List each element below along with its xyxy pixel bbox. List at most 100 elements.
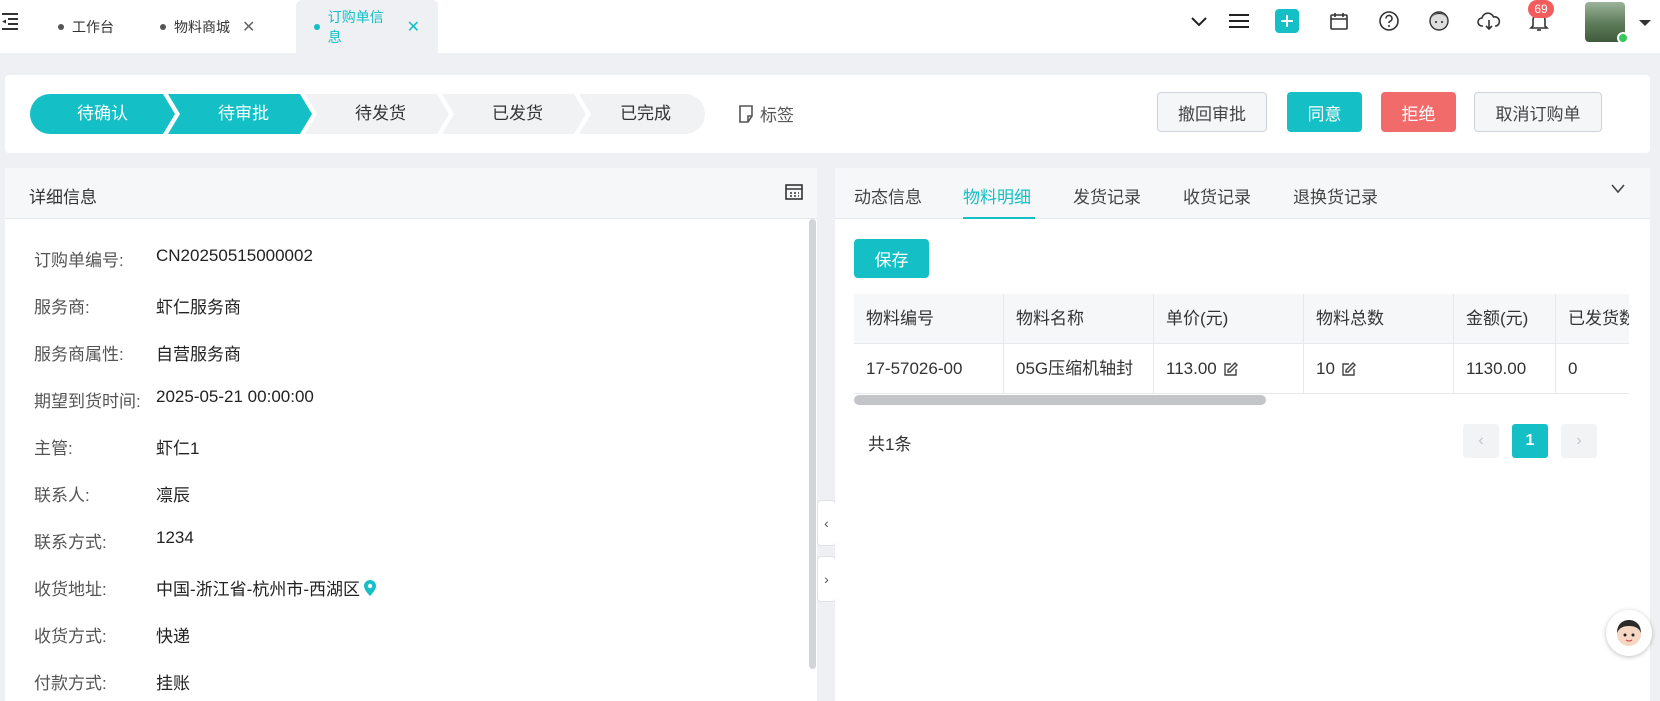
tag-icon: [739, 104, 753, 123]
total-count: 共1条: [868, 435, 912, 454]
chevron-left-icon: ‹: [824, 515, 829, 531]
tab-material-details[interactable]: 物料明细: [963, 183, 1031, 208]
order-status-card: 待确认 待审批 待发货 已发货 已完成 标签 撤回审批 同意 拒绝 取消订购单: [5, 75, 1650, 153]
unit-price-cell: 113.00: [1154, 344, 1304, 394]
tab-dot-icon: [58, 23, 64, 30]
quantity-value: 10: [1316, 359, 1335, 378]
edit-icon[interactable]: [1223, 361, 1239, 377]
edit-icon[interactable]: [1341, 361, 1357, 377]
tab-shipping-records[interactable]: 发货记录: [1073, 183, 1141, 208]
tab-return-exchange-records[interactable]: 退换货记录: [1293, 183, 1378, 208]
materials-panel: 动态信息 物料明细 发货记录 收货记录 退换货记录 保存 物料编号 物料名称 单…: [835, 168, 1650, 701]
avatar[interactable]: [1585, 2, 1629, 44]
cancel-order-button[interactable]: 取消订购单: [1474, 92, 1602, 132]
field-label: 期望到货时间:: [34, 392, 141, 411]
close-icon[interactable]: ✕: [242, 17, 255, 37]
material-name-cell: 05G压缩机轴封: [1004, 344, 1154, 394]
menu-collapse-icon[interactable]: [0, 10, 22, 32]
service-provider-link[interactable]: 虾仁服务商: [156, 293, 241, 318]
expand-right-button[interactable]: ›: [817, 556, 836, 602]
table-header: 物料编号 物料名称 单价(元) 物料总数 金额(元) 已发货数: [854, 294, 1629, 344]
reject-button[interactable]: 拒绝: [1381, 92, 1456, 132]
material-code-link[interactable]: 17-57026-00: [854, 344, 1004, 394]
field-label: 收货地址:: [34, 580, 107, 599]
withdraw-approval-button[interactable]: 撤回审批: [1157, 92, 1267, 132]
collapse-left-button[interactable]: ‹: [817, 500, 836, 546]
tag-link[interactable]: 标签: [738, 101, 794, 126]
field-value: 2025-05-21 00:00:00: [156, 387, 314, 406]
list-menu-icon[interactable]: [1226, 8, 1252, 34]
detail-panel: 详细信息 订购单编号: CN20250515000002 服务商: 虾仁服务商 …: [5, 168, 817, 701]
step-to-confirm: 待确认: [77, 104, 128, 123]
tab-activity[interactable]: 动态信息: [854, 183, 922, 208]
location-icon[interactable]: [363, 579, 377, 597]
approve-button[interactable]: 同意: [1287, 92, 1362, 132]
tag-label: 标签: [760, 106, 794, 125]
vertical-scrollbar[interactable]: [809, 219, 816, 669]
field-value: 虾仁1: [156, 439, 200, 458]
help-icon[interactable]: [1376, 8, 1402, 34]
chevron-down-icon[interactable]: [1186, 8, 1212, 34]
tab-dot-icon: [314, 23, 320, 30]
tab-label: 工作台: [72, 18, 114, 35]
field-value: 挂账: [156, 674, 190, 693]
table-row: 17-57026-00 05G压缩机轴封 113.00 10 1130.00 0: [854, 344, 1629, 394]
add-icon[interactable]: [1274, 8, 1300, 34]
field-value: CN20250515000002: [156, 246, 313, 265]
cloud-download-icon[interactable]: [1476, 8, 1502, 34]
notification-badge: 69: [1528, 0, 1554, 18]
caret-down-icon[interactable]: [1632, 10, 1658, 36]
column-header: 物料总数: [1304, 294, 1454, 344]
status-steps: 待确认 待审批 待发货 已发货 已完成: [30, 94, 705, 134]
field-value: 快递: [156, 627, 190, 646]
address-value: 中国-浙江省-杭州市-西湖区: [156, 580, 360, 599]
next-page-button[interactable]: ›: [1561, 424, 1597, 458]
tab-workbench[interactable]: 工作台: [58, 0, 114, 53]
column-header: 单价(元): [1154, 294, 1304, 344]
unit-price-value: 113.00: [1166, 359, 1217, 378]
assistant-avatar-icon[interactable]: [1606, 610, 1652, 656]
prev-page-button[interactable]: ‹: [1463, 424, 1499, 458]
field-value: 1234: [156, 528, 194, 547]
service-avatar-icon[interactable]: [1426, 8, 1452, 34]
shipped-cell: 0: [1568, 359, 1578, 378]
close-icon[interactable]: ✕: [407, 17, 420, 37]
field-label: 付款方式:: [34, 674, 107, 693]
calendar-icon[interactable]: [1326, 8, 1352, 34]
column-header: 物料名称: [1004, 294, 1154, 344]
column-header: 金额(元): [1454, 294, 1556, 344]
step-pending-approval: 待审批: [218, 104, 269, 123]
field-value: 凛辰: [156, 486, 190, 505]
step-to-ship: 待发货: [355, 104, 406, 123]
step-completed: 已完成: [620, 104, 671, 123]
tab-label: 物料商城: [174, 18, 230, 35]
quantity-cell: 10: [1304, 344, 1454, 394]
materials-table: 物料编号 物料名称 单价(元) 物料总数 金额(元) 已发货数 17-57026…: [854, 294, 1629, 394]
step-shipped: 已发货: [492, 104, 543, 123]
detail-panel-title: 详细信息: [29, 188, 97, 207]
field-label: 订购单编号:: [34, 251, 124, 270]
field-label: 联系方式:: [34, 533, 107, 552]
online-status-icon: [1617, 32, 1629, 44]
tab-dot-icon: [160, 23, 166, 30]
active-tab-indicator: [963, 217, 1035, 219]
column-header: 物料编号: [854, 294, 1004, 344]
tab-material-mall[interactable]: 物料商城 ✕: [160, 0, 255, 53]
amount-cell: 1130.00: [1454, 344, 1556, 394]
field-label: 联系人:: [34, 486, 90, 505]
field-value: 自营服务商: [156, 345, 241, 364]
tab-label: 订购单信息: [327, 8, 384, 45]
field-label: 服务商:: [34, 298, 90, 317]
chevron-right-icon: ›: [824, 571, 829, 587]
calculator-icon[interactable]: [785, 184, 803, 205]
field-label: 主管:: [34, 439, 73, 458]
top-bar: 工作台 物料商城 ✕ 订购单信息 ✕ 69: [0, 0, 1660, 53]
current-page-button[interactable]: 1: [1512, 424, 1548, 458]
field-label: 服务商属性:: [34, 345, 124, 364]
chevron-down-icon[interactable]: [1610, 182, 1626, 200]
field-label: 收货方式:: [34, 627, 107, 646]
tab-order-info[interactable]: 订购单信息 ✕: [296, 0, 438, 53]
horizontal-scrollbar[interactable]: [854, 395, 1266, 405]
save-button[interactable]: 保存: [854, 239, 929, 278]
tab-receiving-records[interactable]: 收货记录: [1183, 183, 1251, 208]
